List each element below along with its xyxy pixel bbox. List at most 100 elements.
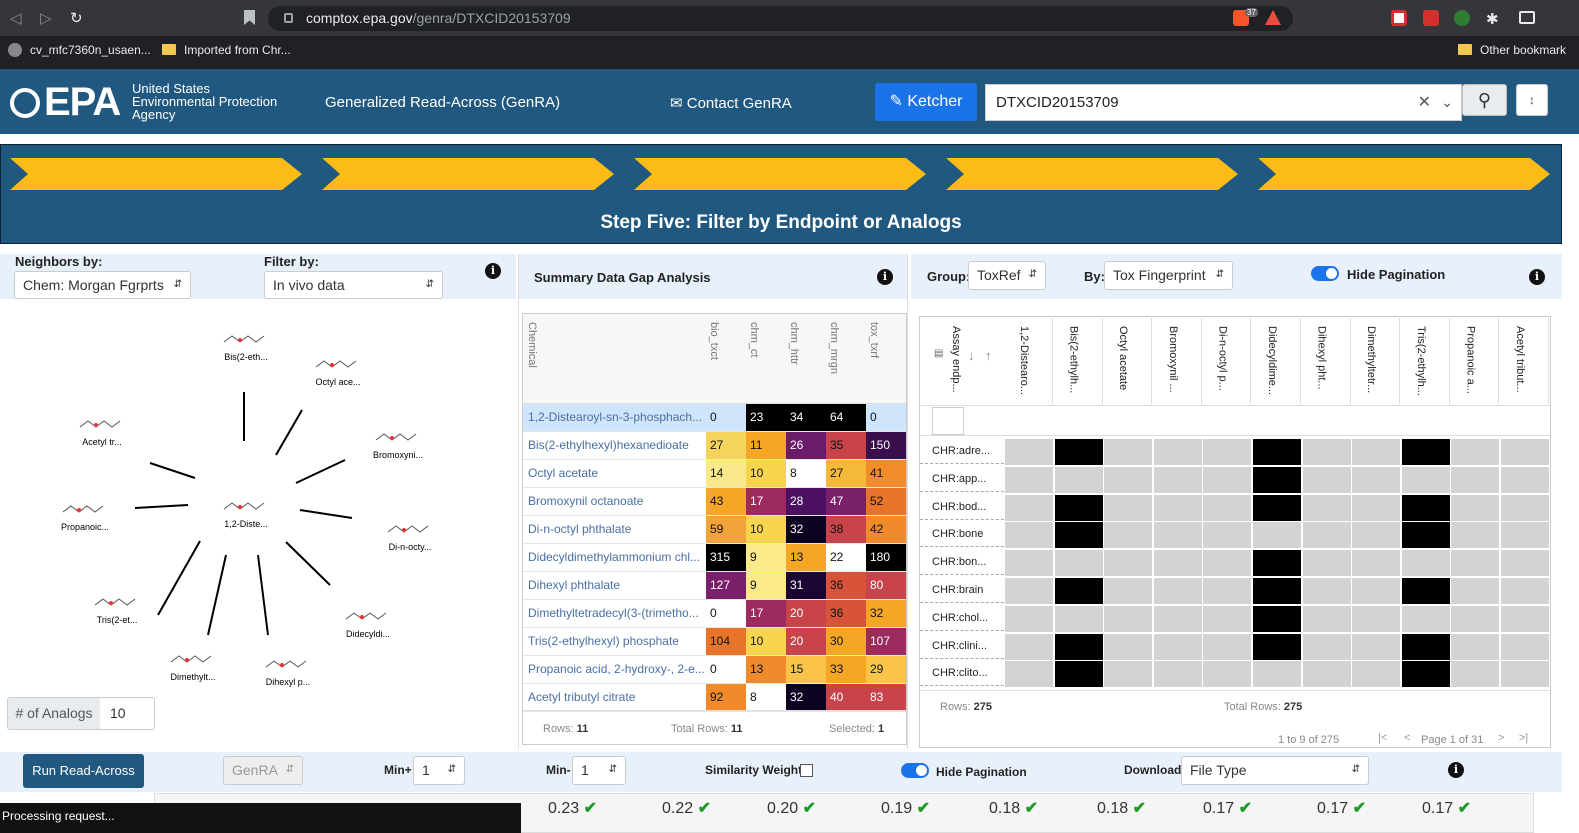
table-row[interactable]: 1,2-Distearoyl-sn-3-phosphach... 0 23 34 64 0 — [523, 404, 906, 432]
extension-icon[interactable] — [1454, 10, 1470, 26]
chemical-link[interactable]: Propanoic acid, 2-hydroxy-, 2-e... — [528, 656, 706, 683]
neighbor-node[interactable]: Bromoxyni... — [373, 433, 423, 460]
table-row[interactable]: Bis(2-ethylhexyl)hexanedioate 27 11 26 35 150 — [523, 432, 906, 460]
info-icon[interactable]: i — [1448, 762, 1464, 778]
neighbor-node[interactable]: Dihexyl p... — [265, 660, 311, 687]
app-title[interactable]: Generalized Read-Across (GenRA) — [325, 94, 560, 111]
step-arrow-3[interactable] — [634, 158, 926, 190]
run-read-across-button[interactable]: Run Read-Across — [23, 754, 144, 788]
genra-select[interactable]: GenRA ⇵ — [223, 756, 303, 785]
chemical-link[interactable]: Dimethyltetradecyl(3-(trimetho... — [528, 600, 706, 627]
clear-icon[interactable]: ✕ — [1418, 85, 1431, 120]
similarity-weight-checkbox[interactable] — [800, 764, 813, 777]
chemical-col-header[interactable]: Dimethyltetr... — [1365, 326, 1377, 396]
fingerprint-row[interactable]: CHR:adre... — [920, 438, 1550, 466]
neighbor-node[interactable]: Propanoic... — [61, 505, 109, 532]
neighbor-node[interactable]: Dimethylt... — [170, 655, 216, 682]
chemical-col-header[interactable]: Propanoic a... — [1464, 326, 1476, 396]
sort-up-icon[interactable]: ↑ — [985, 348, 992, 363]
pin-button[interactable]: ↕ — [1516, 84, 1548, 116]
wallet-icon[interactable] — [1519, 11, 1535, 24]
menu-icon[interactable]: ▤ — [934, 348, 943, 359]
col-header[interactable]: chm_httr — [788, 322, 800, 365]
info-icon[interactable]: i — [485, 263, 501, 279]
rewards-icon[interactable] — [1265, 10, 1281, 25]
hide-pagination-toggle-bottom[interactable] — [901, 763, 929, 778]
chemical-link[interactable]: Acetyl tributyl citrate — [528, 684, 706, 711]
col-chemical[interactable]: Chemical — [526, 322, 538, 368]
chevron-down-icon[interactable]: ⌄ — [1441, 85, 1453, 120]
chemical-col-header[interactable]: Octyl acetate — [1117, 326, 1129, 396]
chemical-col-header[interactable]: Di-n-octyl p... — [1216, 326, 1228, 396]
neighbor-node[interactable]: Bis(2-eth... — [223, 335, 268, 362]
ketcher-button[interactable]: ✎ Ketcher — [875, 83, 977, 121]
neighbor-node[interactable]: Octyl ace... — [315, 360, 361, 387]
table-row[interactable]: Didecyldimethylammonium chl... 315 9 13 22 18… — [523, 544, 906, 572]
step-arrow-1[interactable] — [10, 158, 302, 190]
search-input[interactable]: DTXCID20153709 ✕ ⌄ — [985, 84, 1462, 121]
info-icon[interactable]: i — [877, 269, 893, 285]
back-icon[interactable]: ◁ — [10, 9, 22, 27]
col-header[interactable]: chm_mrgn — [828, 322, 840, 374]
table-row[interactable]: Tris(2-ethylhexyl) phosphate 104 10 20 30 107 — [523, 628, 906, 656]
file-type-select[interactable]: File Type ⇵ — [1181, 756, 1369, 785]
chemical-col-header[interactable]: Bis(2-ethylh... — [1068, 326, 1080, 396]
hide-pagination-toggle[interactable] — [1311, 266, 1339, 281]
neighbor-node[interactable]: Tris(2-et... — [94, 598, 137, 625]
fingerprint-row[interactable]: CHR:app... — [920, 466, 1550, 494]
chemical-col-header[interactable]: Dihexyl pht... — [1316, 326, 1328, 396]
neighbor-node[interactable]: Di-n-octy... — [387, 525, 431, 552]
chemical-link[interactable]: Octyl acetate — [528, 460, 706, 487]
table-row[interactable]: Di-n-octyl phthalate 59 10 32 38 42 — [523, 516, 906, 544]
min-minus-select[interactable]: 1 ⇵ — [572, 756, 626, 785]
bookmark-folder[interactable]: Imported from Chr... — [162, 42, 291, 58]
bookmark-item[interactable]: cv_mfc7360n_usaen... — [8, 42, 151, 58]
neighbor-node[interactable]: Acetyl tr... — [79, 420, 122, 447]
table-row[interactable]: Dihexyl phthalate 127 9 31 36 80 — [523, 572, 906, 600]
search-button[interactable]: ⚲ — [1462, 84, 1507, 116]
chemical-link[interactable]: Didecyldimethylammonium chl... — [528, 544, 706, 571]
fingerprint-row[interactable]: CHR:chol... — [920, 605, 1550, 633]
col-header[interactable]: bio_txct — [708, 322, 720, 360]
step-arrow-4[interactable] — [946, 158, 1238, 190]
chemical-col-header[interactable]: Acetyl tribut... — [1514, 326, 1526, 396]
analogs-input[interactable]: 10 — [110, 698, 126, 729]
filter-select[interactable]: In vivo data ⇵ — [264, 271, 443, 299]
fingerprint-row[interactable]: CHR:bone — [920, 521, 1550, 549]
chemical-link[interactable]: 1,2-Distearoyl-sn-3-phosphach... — [528, 404, 706, 431]
chemical-col-header[interactable]: Tris(2-ethylh... — [1415, 326, 1427, 396]
first-page-icon[interactable]: |< — [1378, 732, 1387, 744]
table-row[interactable]: Propanoic acid, 2-hydroxy-, 2-e... 0 13 15 3… — [523, 656, 906, 684]
address-bar[interactable]: comptox.epa.gov/genra/DTXCID20153709 — [268, 6, 1293, 31]
info-icon[interactable]: i — [1529, 269, 1545, 285]
contact-link[interactable]: ✉ Contact GenRA — [670, 94, 792, 112]
other-bookmarks[interactable]: Other bookmark — [1458, 42, 1566, 58]
table-row[interactable]: Dimethyltetradecyl(3-(trimetho... 0 17 20 36… — [523, 600, 906, 628]
fingerprint-row[interactable]: CHR:bon... — [920, 549, 1550, 577]
fingerprint-row[interactable]: CHR:brain — [920, 577, 1550, 605]
chemical-link[interactable]: Dihexyl phthalate — [528, 572, 706, 599]
extension-icon[interactable] — [1391, 10, 1407, 26]
extension-icon[interactable] — [1423, 10, 1439, 26]
min-plus-select[interactable]: 1 ⇵ — [413, 756, 465, 785]
chemical-col-header[interactable]: Bromoxynil ... — [1167, 326, 1179, 396]
step-arrow-5[interactable] — [1258, 158, 1550, 190]
fingerprint-row[interactable]: CHR:clito... — [920, 660, 1550, 688]
col-header[interactable]: chm_ct — [748, 322, 760, 357]
fingerprint-row[interactable]: CHR:bod... — [920, 494, 1550, 522]
fingerprint-row[interactable]: CHR:clini... — [920, 633, 1550, 661]
neighbor-node[interactable]: Didecyldi... — [345, 612, 390, 639]
sort-down-icon[interactable]: ↓ — [968, 348, 975, 363]
next-page-icon[interactable]: > — [1498, 732, 1504, 744]
group-select[interactable]: ToxRef ⇵ — [968, 261, 1046, 290]
neighbor-graph[interactable]: 1,2-Diste... Bis(2-eth... Octyl ace... Brom… — [0, 305, 516, 695]
table-row[interactable]: Bromoxynil octanoate 43 17 28 47 52 — [523, 488, 906, 516]
by-select[interactable]: Tox Fingerprint ⇵ — [1104, 261, 1233, 290]
reload-icon[interactable]: ↻ — [70, 9, 83, 27]
puzzle-icon[interactable]: ✱ — [1486, 10, 1499, 28]
step-arrow-2[interactable] — [322, 158, 614, 190]
col-header[interactable]: tox_txrf — [868, 322, 880, 358]
filter-input[interactable] — [932, 407, 964, 435]
chemical-link[interactable]: Bis(2-ethylhexyl)hexanedioate — [528, 432, 706, 459]
chemical-link[interactable]: Tris(2-ethylhexyl) phosphate — [528, 628, 706, 655]
